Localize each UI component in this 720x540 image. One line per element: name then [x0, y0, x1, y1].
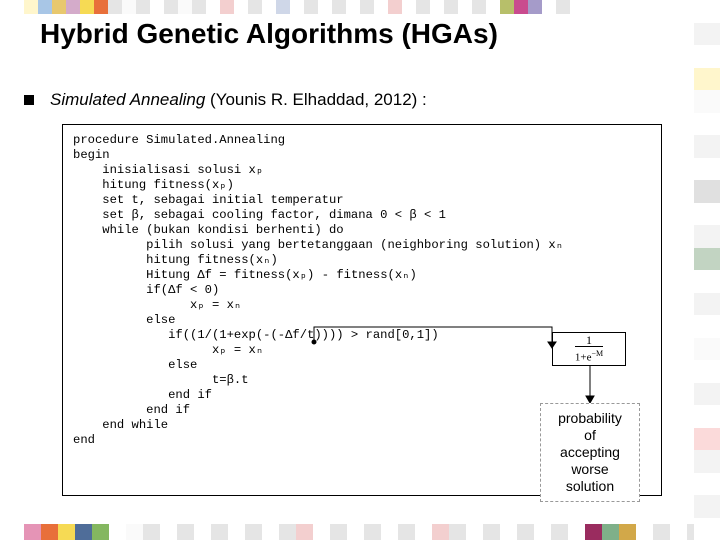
subtitle-text: Simulated Annealing (Younis R. Elhaddad,… — [50, 90, 427, 110]
subtitle-row: Simulated Annealing (Younis R. Elhaddad,… — [24, 90, 427, 110]
probability-note: probabilityofacceptingworsesolution — [540, 403, 640, 502]
bottom-deco-strip — [24, 524, 704, 540]
subtitle-rest: (Younis R. Elhaddad, 2012) : — [205, 90, 426, 109]
formula-numerator: 1 — [575, 335, 603, 346]
formula-denominator: 1+e−M — [575, 346, 603, 364]
page-title: Hybrid Genetic Algorithms (HGAs) — [40, 18, 680, 50]
subtitle-italic: Simulated Annealing — [50, 90, 205, 109]
formula-callout: 1 1+e−M — [552, 332, 626, 366]
side-deco-strip — [694, 0, 720, 540]
top-deco-strip — [24, 0, 584, 14]
bullet-square-icon — [24, 95, 34, 105]
